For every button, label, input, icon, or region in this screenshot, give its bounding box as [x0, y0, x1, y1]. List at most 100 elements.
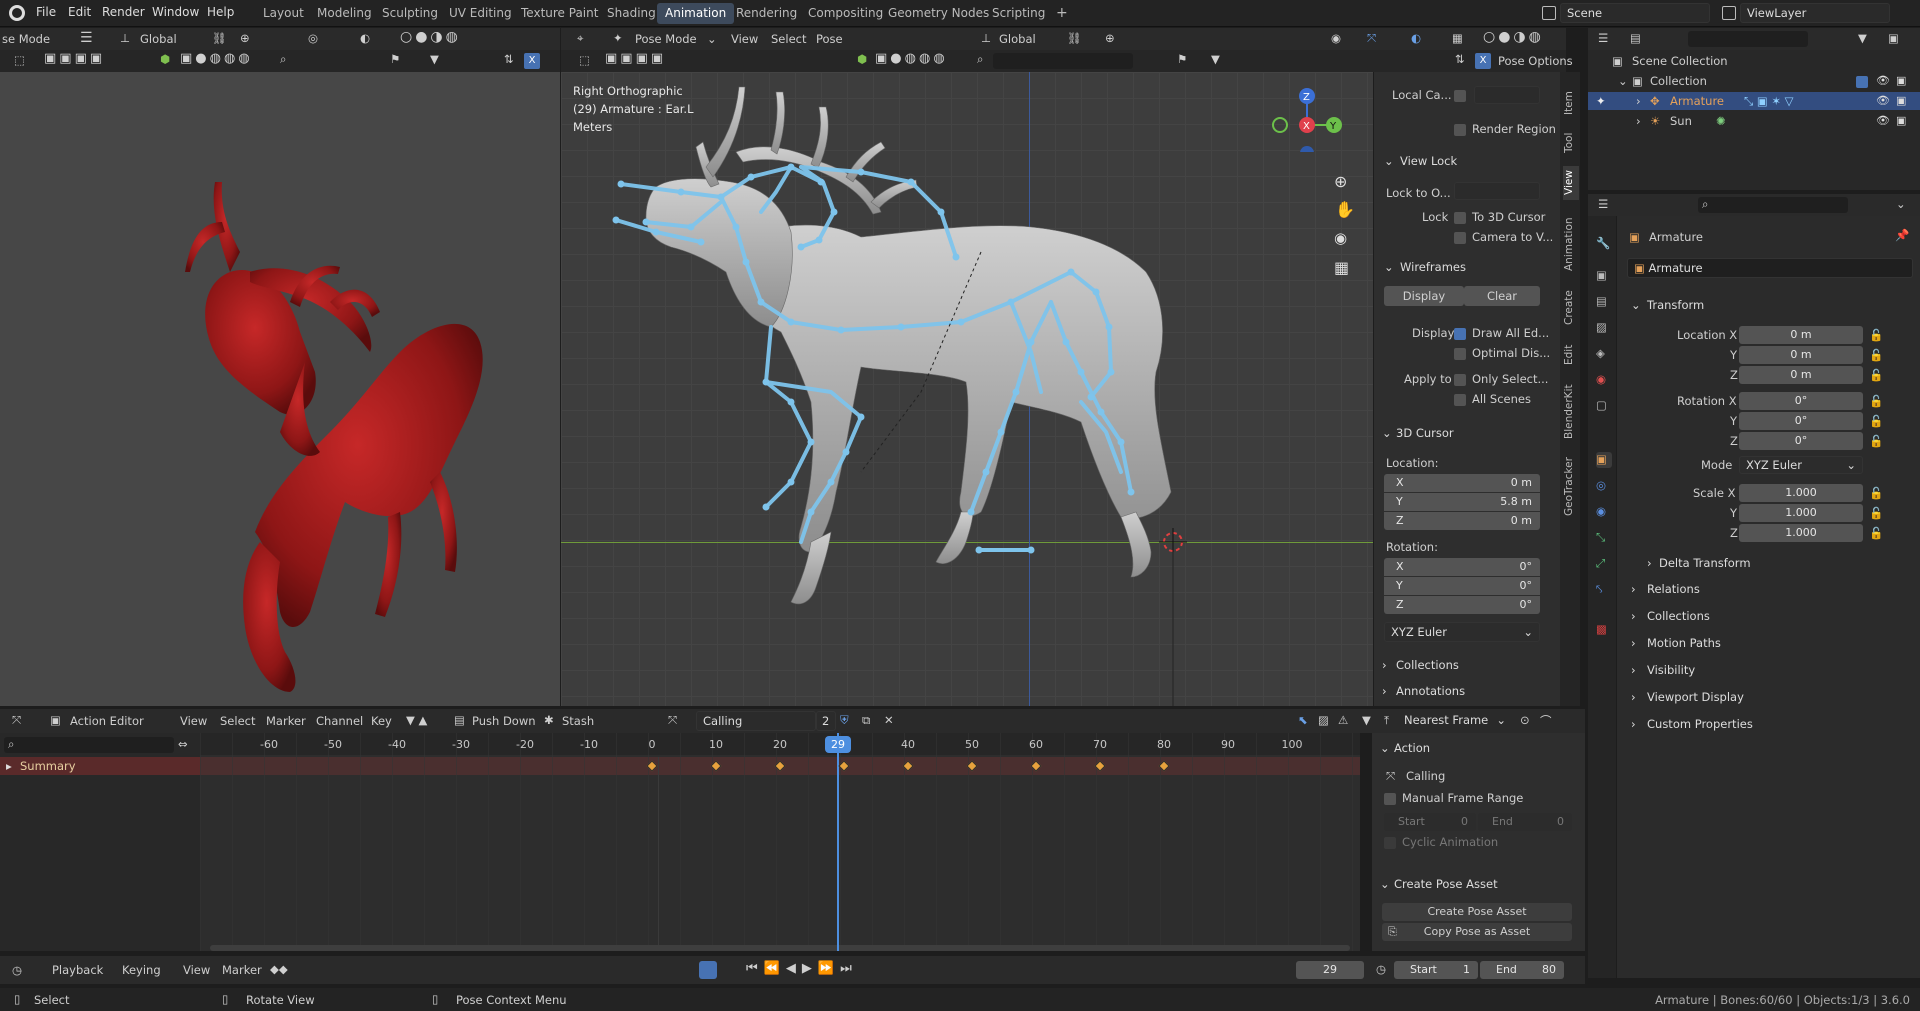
pan-hand-icon[interactable]: ✋ [1335, 200, 1355, 219]
clear-wireframe-button[interactable]: Clear [1464, 286, 1540, 306]
view-lock-chevron-icon[interactable]: ⌄ [1384, 154, 1394, 168]
push-down-button[interactable]: Push Down [472, 714, 536, 728]
snap-icon[interactable]: ⊕ [240, 31, 250, 45]
create-pose-asset-button[interactable]: Create Pose Asset [1382, 903, 1572, 921]
sun-visibility-icon[interactable]: 👁 [1876, 114, 1890, 127]
tab-animation[interactable]: Animation [657, 3, 735, 24]
collection-exclude-checkbox[interactable] [1856, 76, 1868, 88]
dopesheet-editor-icon[interactable]: ⤧ [12, 713, 21, 728]
scale-y-field[interactable]: 1.000 [1739, 504, 1863, 522]
snapping-icon[interactable]: ⊕ [1105, 31, 1115, 45]
select-mode-buttons[interactable]: ▣▣▣▣ [605, 51, 666, 66]
visibility-header[interactable]: Visibility [1647, 663, 1695, 677]
tab-sculpting[interactable]: Sculpting [374, 3, 446, 24]
physics-tab-icon[interactable]: ◉ [1596, 504, 1612, 520]
collections-prop-header[interactable]: Collections [1647, 609, 1710, 623]
outliner-search-input[interactable] [1688, 31, 1808, 47]
collections-chevron-icon[interactable]: › [1382, 658, 1387, 672]
tab-modeling[interactable]: Modeling [309, 3, 380, 24]
action-section-header[interactable]: Action [1394, 741, 1430, 755]
tab-texture-paint[interactable]: Texture Paint [513, 3, 606, 24]
annotations-panel-header[interactable]: Annotations [1396, 684, 1465, 698]
rotation-mode-dropdown[interactable]: XYZ Euler ⌄ [1739, 456, 1863, 474]
action-section-chevron-icon[interactable]: ⌄ [1380, 741, 1390, 755]
view-layer-selector[interactable]: ViewLayer [1740, 3, 1890, 23]
pose-library-icon-main[interactable]: ⬢ [857, 52, 867, 66]
scene-selector[interactable]: Scene [1560, 3, 1710, 23]
action-menu-key[interactable]: Key [371, 714, 392, 728]
lock-to-object-field[interactable] [1454, 182, 1540, 200]
current-frame-field[interactable]: 29 [1296, 961, 1364, 979]
transform-header[interactable]: Transform [1647, 298, 1704, 312]
annotations-chevron-icon[interactable]: › [1382, 684, 1387, 698]
add-workspace-button[interactable]: + [1048, 2, 1076, 23]
create-pose-section-header[interactable]: Create Pose Asset [1394, 877, 1498, 891]
main-viewport[interactable]: Right Orthographic (29) Armature : Ear.L… [561, 72, 1373, 706]
select-tool-icon[interactable]: ⬚ [14, 53, 25, 67]
armature-visibility-icon[interactable]: 👁 [1876, 94, 1890, 107]
rotation-z-field[interactable]: 0° [1739, 432, 1863, 450]
left-viewport[interactable] [0, 72, 560, 706]
constraints-tab-icon[interactable]: ⤡ [1596, 530, 1612, 546]
pose-sync-icon[interactable]: ⇅ [1455, 52, 1465, 66]
modifier-tab-icon[interactable]: ◎ [1596, 478, 1612, 494]
snap-dropdown[interactable]: Nearest Frame ⌄ [1398, 711, 1510, 731]
collections-prop-chevron-icon[interactable]: › [1631, 609, 1636, 623]
wireframes-header[interactable]: Wireframes [1400, 260, 1466, 274]
3d-cursor-header[interactable]: 3D Cursor [1396, 426, 1454, 440]
properties-search-icon[interactable]: ⌕ [1702, 197, 1708, 212]
tab-geotracker[interactable]: GeoTracker [1563, 454, 1579, 520]
pose-library-icon[interactable]: ⬢ [160, 52, 170, 66]
menu-edit[interactable]: Edit [68, 5, 91, 19]
key-filter-icon[interactable]: ▼ ▲ [406, 713, 427, 727]
only-selected-icon[interactable]: ⬉ [1298, 713, 1308, 727]
cursor-chevron-icon[interactable]: ⌄ [1382, 426, 1392, 440]
scale-x-lock-icon[interactable]: 🔓 [1869, 486, 1883, 500]
select-mode-icons[interactable]: ▣▣▣▣ [44, 51, 105, 66]
tab-uv-editing[interactable]: UV Editing [441, 3, 520, 24]
properties-options-icon[interactable]: ⌄ [1896, 197, 1906, 211]
keyframe-jump-icon[interactable]: ◆◆ [270, 962, 288, 976]
left-bookmark-icon[interactable]: ⚑ [390, 52, 400, 66]
menu-help[interactable]: Help [207, 5, 234, 19]
pivot-icon[interactable]: ⛓ [212, 31, 227, 45]
action-name-field[interactable]: Calling [696, 711, 816, 731]
optimal-display-checkbox[interactable] [1454, 348, 1466, 360]
camera-to-view-checkbox[interactable] [1454, 232, 1466, 244]
preview-range-icon[interactable]: ◷ [1376, 962, 1386, 976]
hamburger-icon[interactable]: ☰ [80, 30, 93, 46]
fake-user-icon[interactable]: ⛨ [840, 713, 849, 728]
action-filter-icon[interactable]: ▼ [1362, 713, 1371, 727]
tab-layout[interactable]: Layout [255, 3, 312, 24]
scene-icon[interactable] [1542, 6, 1556, 20]
pose-tool-buttons[interactable]: ▣●◍◍◍ [875, 51, 948, 66]
relations-header[interactable]: Relations [1647, 582, 1700, 596]
rotation-x-field[interactable]: 0° [1739, 392, 1863, 410]
world-tab-icon[interactable]: ◉ [1596, 372, 1612, 388]
menu-render[interactable]: Render [102, 5, 145, 19]
view-layer-icon[interactable] [1722, 6, 1736, 20]
properties-editor-type-icon[interactable]: ☰ [1598, 197, 1608, 211]
viewport-display-header[interactable]: Viewport Display [1647, 690, 1744, 704]
cursor-location-x[interactable]: X 0 m [1384, 474, 1540, 492]
collection-tab-icon[interactable]: ▢ [1596, 398, 1612, 414]
main-search-icon[interactable]: ⌕ [977, 52, 983, 67]
left-search-icon[interactable]: ⌕ [280, 52, 286, 67]
local-camera-field[interactable] [1474, 86, 1540, 104]
sun-row[interactable]: Sun [1670, 114, 1692, 128]
ortho-grid-icon[interactable]: ▦ [1334, 258, 1349, 277]
cursor-location-y[interactable]: Y 5.8 m [1384, 493, 1540, 511]
cursor-rotation-z[interactable]: Z 0° [1384, 596, 1540, 614]
object-tab-icon[interactable]: ▣ [1596, 452, 1612, 468]
collection-visibility-icon[interactable]: 👁 [1876, 74, 1890, 87]
dopesheet-mode-dropdown[interactable]: Action Editor [70, 714, 144, 728]
armature-data-tab-icon[interactable]: ⤢ [1596, 556, 1612, 572]
tab-view[interactable]: View [1563, 166, 1579, 200]
navigation-gizmo[interactable]: Z Y X [1271, 72, 1351, 152]
left-filter-icon[interactable]: ▼ [430, 52, 439, 66]
location-z-lock-icon[interactable]: 🔓 [1869, 368, 1883, 382]
start-frame-field[interactable]: Start 1 [1394, 961, 1478, 979]
create-pose-chevron-icon[interactable]: ⌄ [1380, 877, 1390, 891]
location-y-lock-icon[interactable]: 🔓 [1869, 348, 1883, 362]
action-users-count[interactable]: 2 [816, 711, 836, 731]
